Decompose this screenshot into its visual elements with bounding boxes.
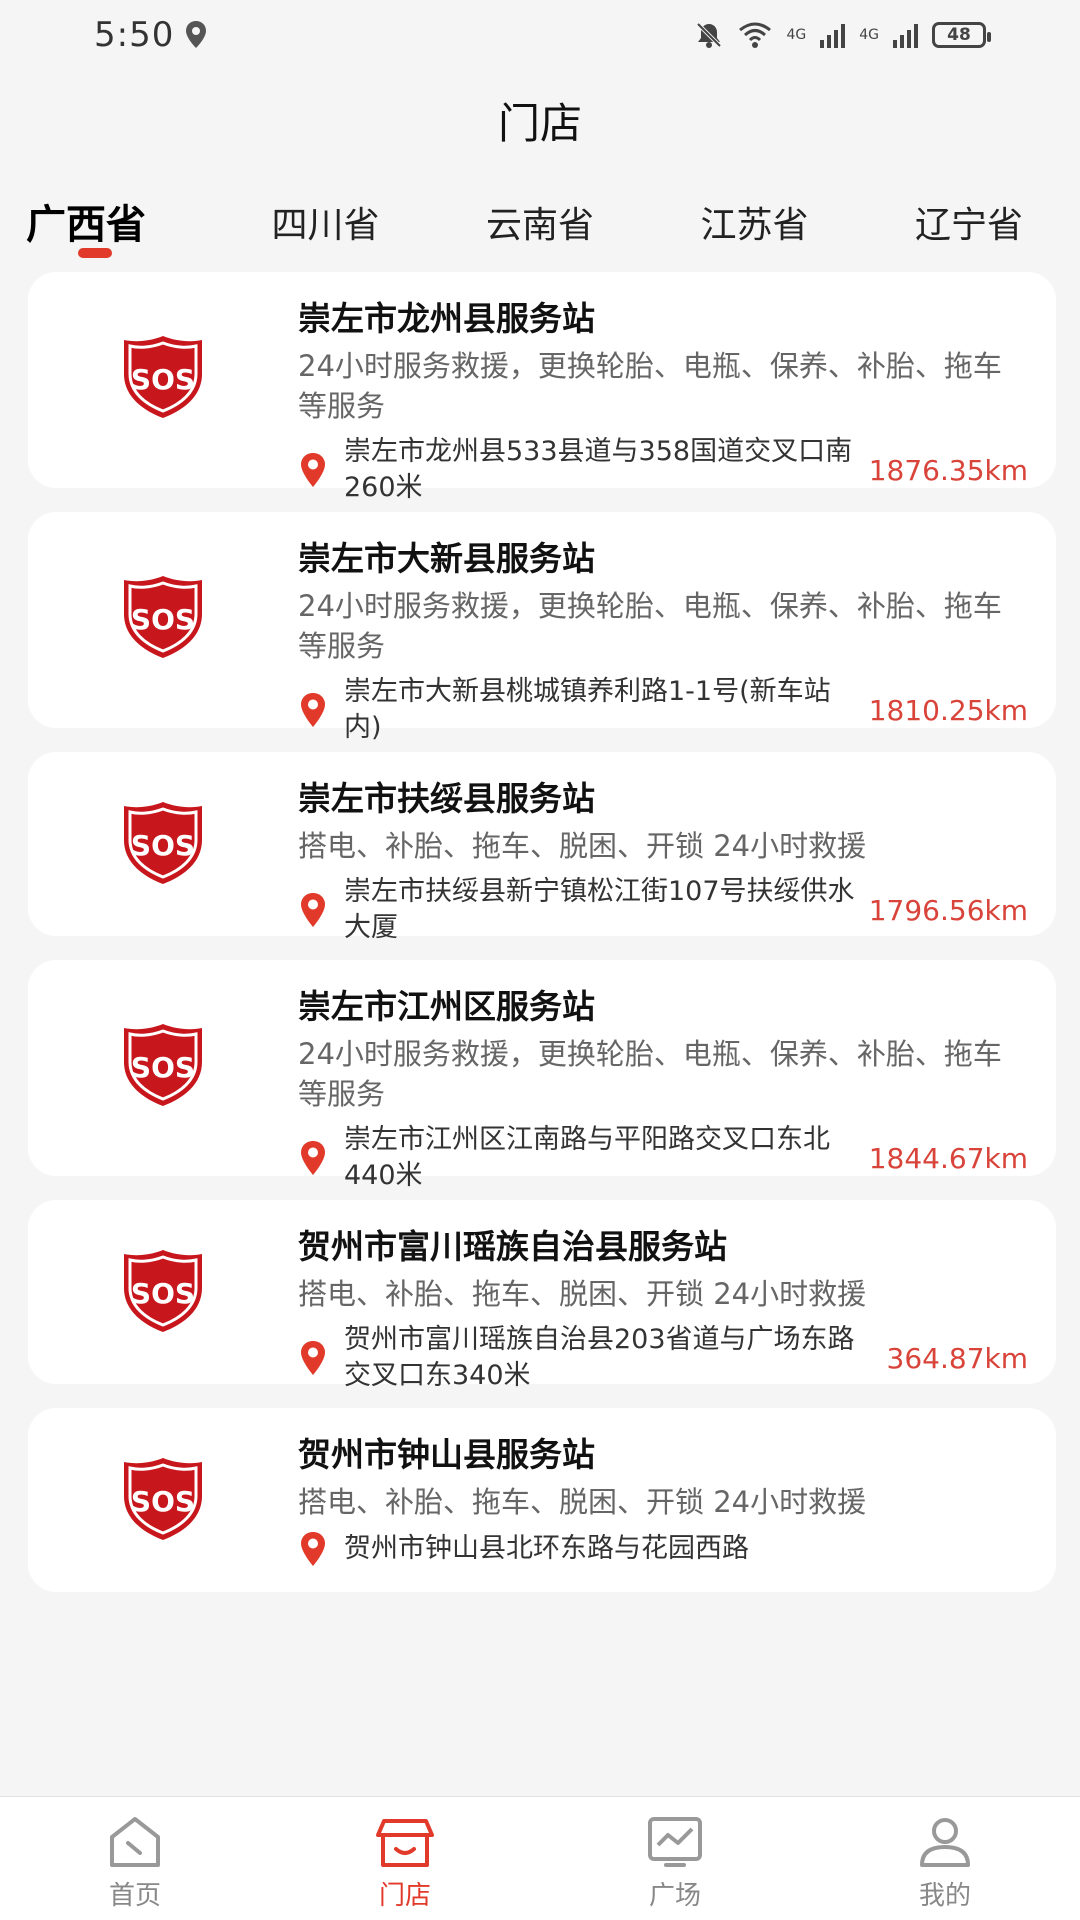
store-icon	[376, 1819, 434, 1867]
signal-icon-1	[820, 22, 846, 48]
tab-guangxi[interactable]: 广西省	[26, 180, 196, 260]
mute-bell-icon	[697, 22, 722, 48]
location-pin-icon	[298, 891, 328, 929]
status-bar: 5:50 4G 4G 48	[0, 0, 1080, 70]
address-row: 崇左市扶绥县新宁镇松江街107号扶绥供水大厦 1796.56km	[298, 874, 1028, 946]
network-label-2: 4G	[859, 27, 879, 43]
tab-label: 广西省	[26, 202, 146, 248]
network-label-1: 4G	[786, 27, 807, 43]
store-name: 崇左市扶绥县服务站	[298, 779, 595, 818]
home-icon	[110, 1817, 160, 1867]
store-distance: 1844.67km	[868, 1141, 1028, 1175]
nav-label: 首页	[108, 1881, 161, 1911]
nav-store[interactable]: 门店	[270, 1797, 540, 1920]
store-list: 崇左市龙州县服务站 24小时服务救援，更换轮胎、电瓶、保养、补胎、拖车等服务 崇…	[28, 272, 1056, 1616]
store-card[interactable]: 崇左市江州区服务站 24小时服务救援，更换轮胎、电瓶、保养、补胎、拖车等服务 崇…	[28, 960, 1056, 1191]
store-card[interactable]: 贺州市钟山县服务站 搭电、补胎、拖车、脱困、开锁 24小时救援 贺州市钟山县北环…	[28, 1408, 1056, 1592]
sos-logo-icon	[120, 800, 206, 886]
address-row: 贺州市钟山县北环东路与花园西路	[298, 1530, 1028, 1568]
store-address: 崇左市江州区江南路与平阳路交叉口东北440米	[344, 1124, 830, 1191]
store-distance: 1796.56km	[868, 893, 1028, 927]
store-card[interactable]: 崇左市大新县服务站 24小时服务救援，更换轮胎、电瓶、保养、补胎、拖车等服务 崇…	[28, 512, 1056, 743]
sos-logo-icon	[120, 574, 206, 660]
location-pin-icon	[298, 1339, 328, 1377]
nav-label: 广场	[648, 1881, 701, 1911]
nav-home[interactable]: 首页	[0, 1797, 270, 1920]
status-left: 5:50	[94, 15, 208, 55]
location-pin-icon	[298, 1139, 328, 1177]
sos-logo-icon	[120, 1456, 206, 1542]
tab-liaoning[interactable]: 辽宁省	[884, 180, 1054, 260]
store-services: 搭电、补胎、拖车、脱困、开锁 24小时救援	[298, 1485, 867, 1519]
store-name: 崇左市龙州县服务站	[298, 299, 595, 338]
location-pin-icon	[298, 451, 328, 489]
address-row: 崇左市龙州县533县道与358国道交叉口南260米 1876.35km	[298, 434, 1028, 506]
location-pin-icon	[298, 691, 328, 729]
store-distance: 364.87km	[886, 1341, 1028, 1375]
address-row: 贺州市富川瑶族自治县203省道与广场东路交叉口东340米 364.87km	[298, 1322, 1028, 1394]
store-services: 24小时服务救援，更换轮胎、电瓶、保养、补胎、拖车等服务	[298, 349, 1002, 423]
battery-level: 48	[947, 25, 971, 45]
plaza-icon	[648, 1817, 702, 1867]
store-address: 崇左市扶绥县新宁镇松江街107号扶绥供水大厦	[344, 876, 855, 943]
store-services: 搭电、补胎、拖车、脱困、开锁 24小时救援	[298, 1277, 867, 1311]
store-card[interactable]: 崇左市龙州县服务站 24小时服务救援，更换轮胎、电瓶、保养、补胎、拖车等服务 崇…	[28, 272, 1056, 503]
tab-active-indicator	[78, 248, 112, 258]
store-name: 崇左市大新县服务站	[298, 539, 595, 578]
battery-icon: 48	[932, 22, 991, 48]
tab-yunnan[interactable]: 云南省	[455, 180, 625, 260]
wifi-icon	[739, 22, 772, 48]
store-address: 崇左市龙州县533县道与358国道交叉口南260米	[344, 436, 853, 503]
store-services: 24小时服务救援，更换轮胎、电瓶、保养、补胎、拖车等服务	[298, 1037, 1002, 1111]
nav-profile[interactable]: 我的	[810, 1797, 1080, 1920]
store-name: 崇左市江州区服务站	[298, 987, 595, 1026]
status-right: 4G 4G 48	[694, 20, 991, 50]
tab-label: 江苏省	[700, 205, 809, 246]
tab-label: 四川省	[271, 205, 380, 246]
store-card[interactable]: 崇左市扶绥县服务站 搭电、补胎、拖车、脱困、开锁 24小时救援 崇左市扶绥县新宁…	[28, 752, 1056, 943]
tab-sichuan[interactable]: 四川省	[241, 180, 411, 260]
location-icon	[186, 21, 207, 48]
store-address: 贺州市富川瑶族自治县203省道与广场东路交叉口东340米	[344, 1324, 855, 1391]
store-services: 搭电、补胎、拖车、脱困、开锁 24小时救援	[298, 829, 867, 863]
store-name: 贺州市钟山县服务站	[298, 1435, 595, 1474]
province-tabs: 广西省 四川省 云南省 江苏省 辽宁省	[0, 180, 1080, 260]
sos-logo-icon	[120, 1022, 206, 1108]
store-address: 贺州市钟山县北环东路与花园西路	[344, 1533, 749, 1564]
address-row: 崇左市江州区江南路与平阳路交叉口东北440米 1844.67km	[298, 1122, 1028, 1194]
sos-logo-icon	[120, 334, 206, 420]
bottom-nav: 首页 门店 广场 我的	[0, 1796, 1080, 1920]
location-pin-icon	[298, 1530, 328, 1568]
signal-icon-2	[893, 22, 918, 48]
address-row: 崇左市大新县桃城镇养利路1-1号(新车站内) 1810.25km	[298, 674, 1028, 746]
tab-jiangsu[interactable]: 江苏省	[670, 180, 840, 260]
store-address: 崇左市大新县桃城镇养利路1-1号(新车站内)	[344, 676, 831, 743]
status-time: 5:50	[94, 15, 175, 55]
store-distance: 1876.35km	[868, 453, 1028, 487]
page-title: 门店	[497, 99, 582, 148]
nav-plaza[interactable]: 广场	[540, 1797, 810, 1920]
store-card[interactable]: 贺州市富川瑶族自治县服务站 搭电、补胎、拖车、脱困、开锁 24小时救援 贺州市富…	[28, 1200, 1056, 1391]
nav-label: 门店	[378, 1881, 431, 1911]
profile-icon	[920, 1818, 970, 1867]
store-name: 贺州市富川瑶族自治县服务站	[298, 1227, 727, 1266]
store-services: 24小时服务救援，更换轮胎、电瓶、保养、补胎、拖车等服务	[298, 589, 1002, 663]
nav-label: 我的	[918, 1881, 971, 1911]
tab-label: 辽宁省	[914, 205, 1023, 246]
sos-logo-icon	[120, 1248, 206, 1334]
store-distance: 1810.25km	[868, 693, 1028, 727]
tab-label: 云南省	[485, 205, 594, 246]
